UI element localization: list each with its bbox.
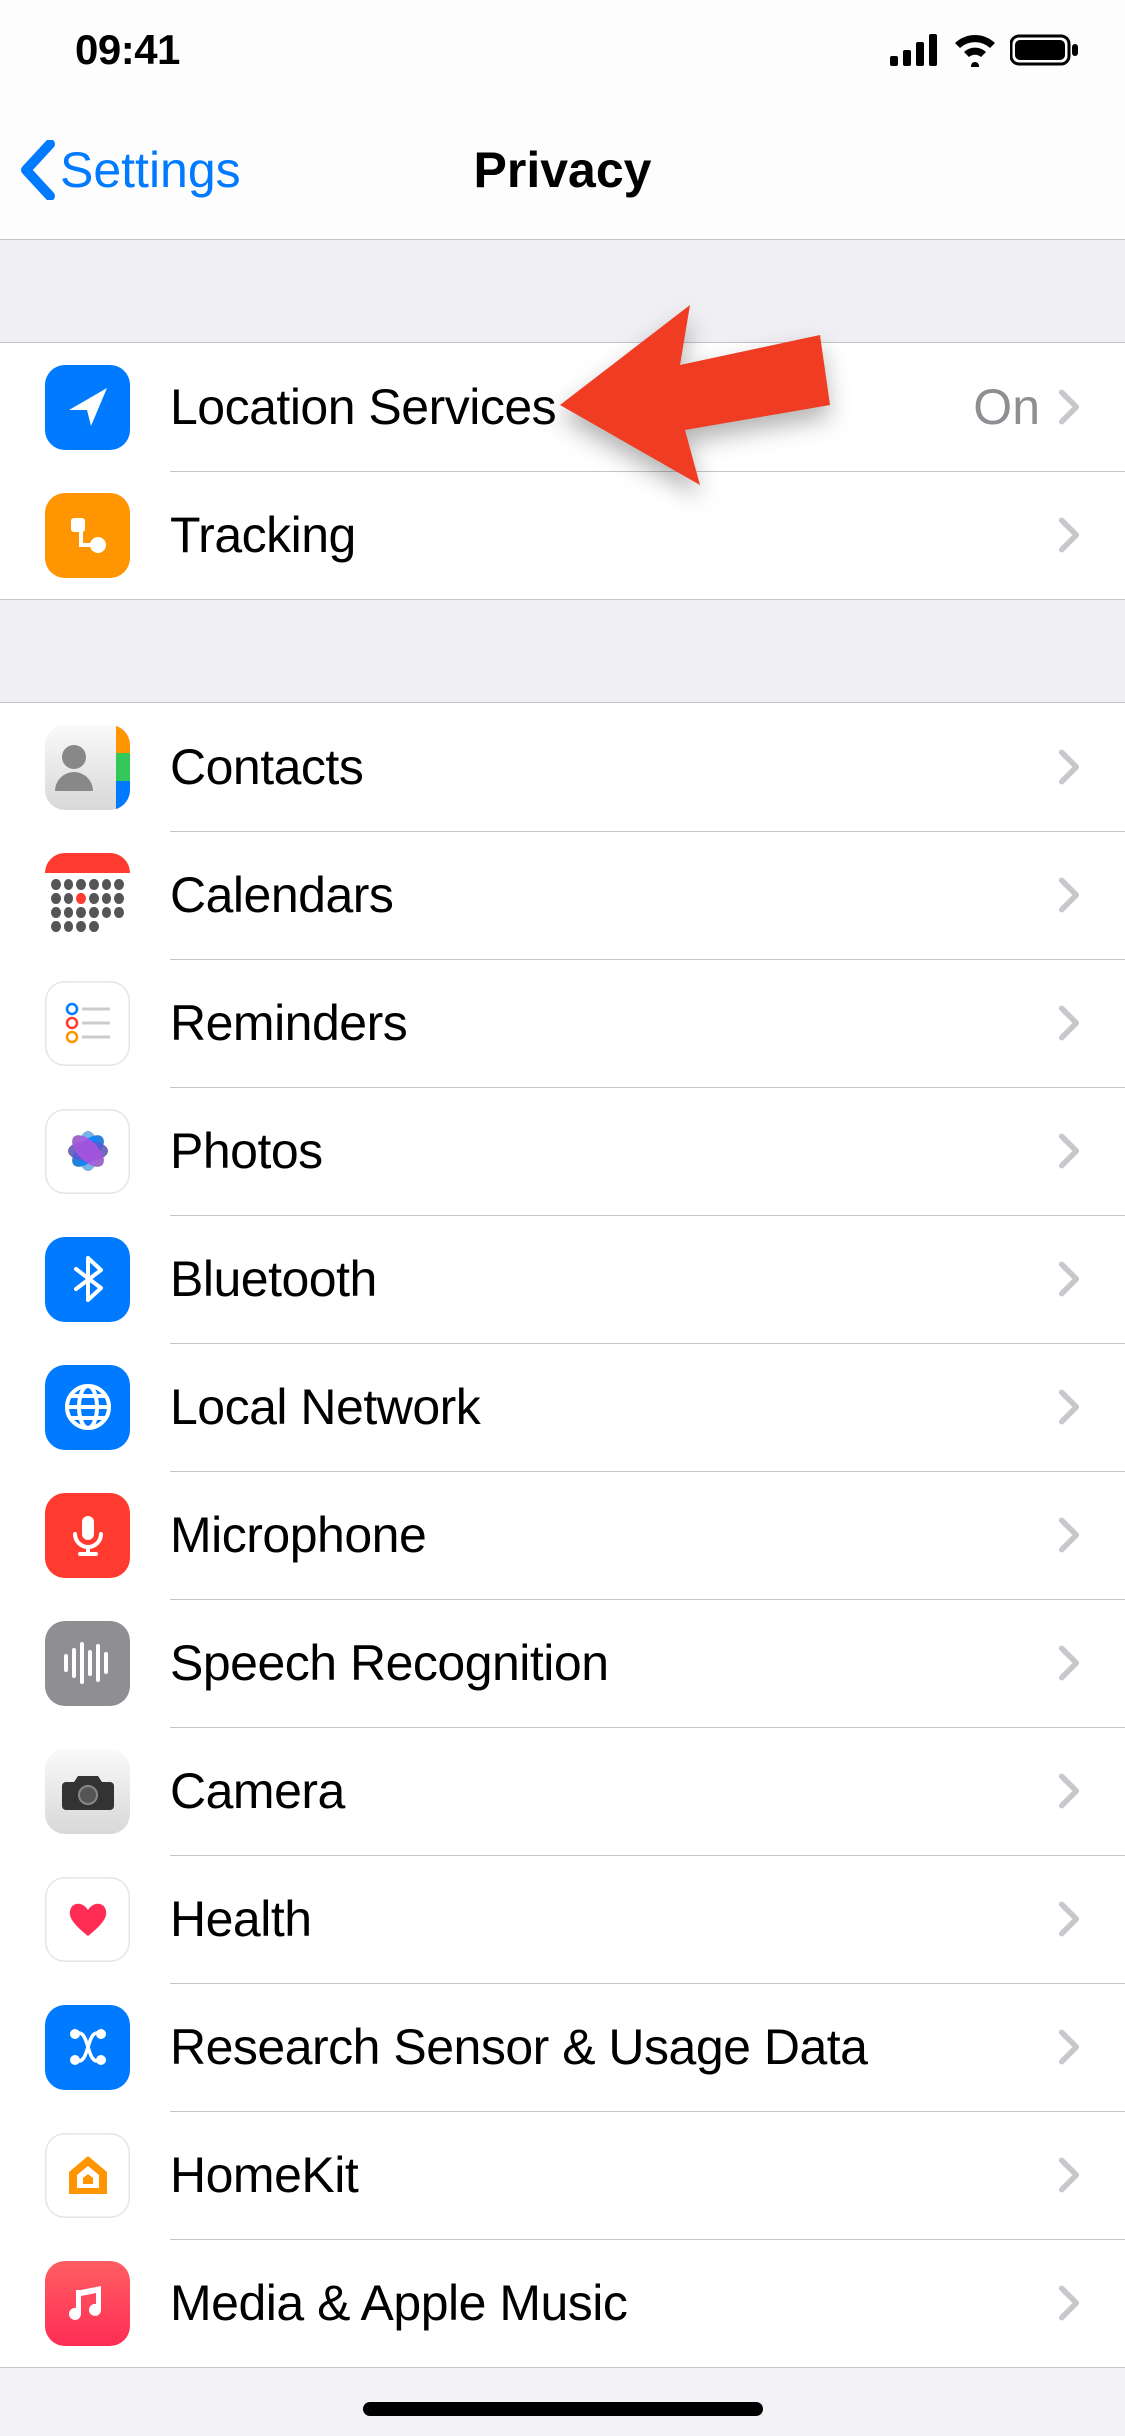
status-indicators bbox=[890, 33, 1080, 67]
row-camera[interactable]: Camera bbox=[0, 1727, 1125, 1855]
chevron-left-icon bbox=[20, 140, 56, 200]
row-value: On bbox=[973, 378, 1040, 436]
row-local-network[interactable]: Local Network bbox=[0, 1343, 1125, 1471]
back-button[interactable]: Settings bbox=[0, 140, 241, 200]
chevron-right-icon bbox=[1058, 1388, 1080, 1426]
row-homekit[interactable]: HomeKit bbox=[0, 2111, 1125, 2239]
row-label: Bluetooth bbox=[170, 1250, 1058, 1308]
navigation-bar: Settings Privacy bbox=[0, 100, 1125, 240]
row-speech-recognition[interactable]: Speech Recognition bbox=[0, 1599, 1125, 1727]
chevron-right-icon bbox=[1058, 516, 1080, 554]
media-icon bbox=[45, 2261, 130, 2346]
section-separator bbox=[0, 600, 1125, 702]
settings-group-main: Contacts Calendars Reminders bbox=[0, 702, 1125, 2368]
back-label: Settings bbox=[60, 141, 241, 199]
chevron-right-icon bbox=[1058, 876, 1080, 914]
chevron-right-icon bbox=[1058, 1900, 1080, 1938]
microphone-icon bbox=[45, 1493, 130, 1578]
row-microphone[interactable]: Microphone bbox=[0, 1471, 1125, 1599]
chevron-right-icon bbox=[1058, 1644, 1080, 1682]
chevron-right-icon bbox=[1058, 1516, 1080, 1554]
privacy-settings-screen: 09:41 Settings Privacy Location Services… bbox=[0, 0, 1125, 2436]
chevron-right-icon bbox=[1058, 1772, 1080, 1810]
tracking-icon bbox=[45, 493, 130, 578]
row-label: Contacts bbox=[170, 738, 1058, 796]
location-arrow-icon bbox=[45, 365, 130, 450]
row-location-services[interactable]: Location Services On bbox=[0, 343, 1125, 471]
row-label: Location Services bbox=[170, 378, 973, 436]
camera-icon bbox=[45, 1749, 130, 1834]
homekit-icon bbox=[45, 2133, 130, 2218]
row-label: Microphone bbox=[170, 1506, 1058, 1564]
photos-icon bbox=[45, 1109, 130, 1194]
home-indicator bbox=[363, 2402, 763, 2416]
section-separator bbox=[0, 240, 1125, 342]
status-time: 09:41 bbox=[75, 26, 180, 74]
chevron-right-icon bbox=[1058, 1260, 1080, 1298]
row-label: HomeKit bbox=[170, 2146, 1058, 2204]
bluetooth-icon bbox=[45, 1237, 130, 1322]
cellular-signal-icon bbox=[890, 34, 940, 66]
row-research[interactable]: Research Sensor & Usage Data bbox=[0, 1983, 1125, 2111]
row-calendars[interactable]: Calendars bbox=[0, 831, 1125, 959]
chevron-right-icon bbox=[1058, 388, 1080, 426]
row-bluetooth[interactable]: Bluetooth bbox=[0, 1215, 1125, 1343]
row-media[interactable]: Media & Apple Music bbox=[0, 2239, 1125, 2367]
chevron-right-icon bbox=[1058, 2156, 1080, 2194]
status-bar: 09:41 bbox=[0, 0, 1125, 100]
row-label: Research Sensor & Usage Data bbox=[170, 2018, 1058, 2076]
network-icon bbox=[45, 1365, 130, 1450]
row-label: Calendars bbox=[170, 866, 1058, 924]
row-photos[interactable]: Photos bbox=[0, 1087, 1125, 1215]
row-health[interactable]: Health bbox=[0, 1855, 1125, 1983]
row-label: Photos bbox=[170, 1122, 1058, 1180]
wifi-icon bbox=[952, 33, 998, 67]
contacts-icon bbox=[45, 725, 130, 810]
row-label: Speech Recognition bbox=[170, 1634, 1058, 1692]
battery-icon bbox=[1010, 33, 1080, 67]
speech-icon bbox=[45, 1621, 130, 1706]
row-label: Tracking bbox=[170, 506, 1058, 564]
row-label: Health bbox=[170, 1890, 1058, 1948]
row-label: Media & Apple Music bbox=[170, 2274, 1058, 2332]
row-label: Local Network bbox=[170, 1378, 1058, 1436]
row-reminders[interactable]: Reminders bbox=[0, 959, 1125, 1087]
settings-group-top: Location Services On Tracking bbox=[0, 342, 1125, 600]
reminders-icon bbox=[45, 981, 130, 1066]
chevron-right-icon bbox=[1058, 2284, 1080, 2322]
health-icon bbox=[45, 1877, 130, 1962]
row-tracking[interactable]: Tracking bbox=[0, 471, 1125, 599]
chevron-right-icon bbox=[1058, 748, 1080, 786]
page-title: Privacy bbox=[474, 141, 652, 199]
calendars-icon bbox=[45, 853, 130, 938]
chevron-right-icon bbox=[1058, 1132, 1080, 1170]
research-icon bbox=[45, 2005, 130, 2090]
row-contacts[interactable]: Contacts bbox=[0, 703, 1125, 831]
row-label: Reminders bbox=[170, 994, 1058, 1052]
chevron-right-icon bbox=[1058, 1004, 1080, 1042]
row-label: Camera bbox=[170, 1762, 1058, 1820]
chevron-right-icon bbox=[1058, 2028, 1080, 2066]
